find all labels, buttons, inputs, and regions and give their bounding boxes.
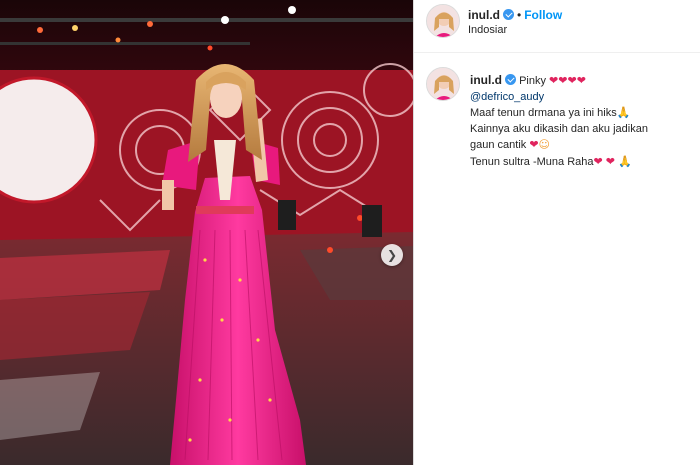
caption-line-3: Maaf tenun drmana ya ini hiks🙏 — [470, 105, 690, 122]
caption-text-3: Maaf tenun drmana ya ini hiks — [470, 107, 617, 119]
avatar-image — [427, 68, 459, 100]
red-heart-icon: ❤ — [605, 154, 616, 168]
red-heart-icon: ❤ — [567, 74, 577, 87]
caption-line-5: gaun cantik ❤☺ — [470, 137, 690, 154]
caption-text-5: gaun cantik — [470, 139, 527, 151]
stage-photo-illustration — [0, 0, 413, 465]
folded-hands-icon: 🙏 — [618, 154, 632, 168]
next-photo-button[interactable]: ❯ — [381, 244, 403, 266]
caption-line-6: Tenun sultra -Muna Raha❤ ❤ 🙏 — [470, 154, 690, 171]
folded-hands-icon: 🙏 — [616, 106, 631, 119]
header-line: inul.d • Follow — [468, 8, 562, 22]
caption-text: inul.d Pinky ❤❤❤❤ @defrico_audy Maaf ten… — [470, 73, 690, 170]
red-heart-icon: ❤ — [576, 74, 586, 87]
smiling-face-icon: ☺ — [538, 138, 551, 151]
caption-text-6: Tenun sultra -Muna Raha — [470, 155, 594, 168]
follow-button[interactable]: Follow — [524, 8, 562, 22]
avatar[interactable] — [426, 4, 460, 38]
caption-username[interactable]: inul.d — [470, 73, 502, 87]
verified-badge-icon — [505, 74, 516, 85]
caption-line-1: inul.d Pinky ❤❤❤❤ — [470, 73, 690, 90]
red-heart-icon: ❤ — [593, 154, 603, 168]
caption-line-4: Kainnya aku dikasih dan aku jadikan — [470, 122, 648, 135]
avatar-image — [427, 5, 459, 37]
separator-dot: • — [517, 8, 522, 22]
post-header: inul.d • Follow Indosiar — [414, 0, 700, 53]
caption-avatar[interactable] — [426, 67, 460, 101]
verified-badge-icon — [503, 9, 514, 20]
mention-link[interactable]: @defrico_audy — [470, 90, 690, 106]
red-heart-icon: ❤ — [529, 138, 539, 151]
header-username[interactable]: inul.d — [468, 8, 500, 22]
post-sidebar: inul.d • Follow Indosiar inul.d Pinky ❤❤❤❤… — [413, 0, 700, 465]
chevron-right-icon: ❯ — [386, 248, 398, 262]
red-heart-icon: ❤ — [549, 74, 559, 87]
location-link[interactable]: Indosiar — [468, 24, 507, 36]
post-photo[interactable]: ❯ — [0, 0, 413, 465]
caption-pinky: Pinky — [519, 75, 546, 87]
